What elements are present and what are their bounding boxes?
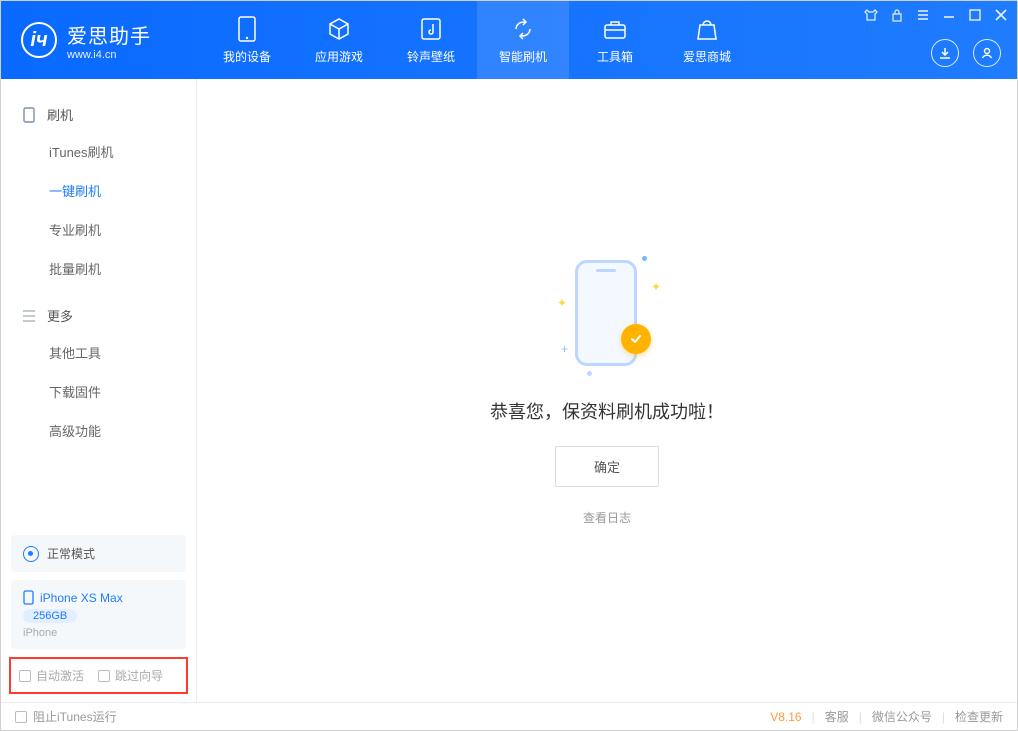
nav-label: 工具箱 xyxy=(597,48,633,65)
sidebar-item-pro-flash[interactable]: 专业刷机 xyxy=(1,210,196,249)
sidebar-item-download-firmware[interactable]: 下载固件 xyxy=(1,372,196,411)
sidebar-item-other-tools[interactable]: 其他工具 xyxy=(1,333,196,372)
view-log-link[interactable]: 查看日志 xyxy=(583,509,631,526)
section-title: 更多 xyxy=(47,306,73,325)
cube-icon xyxy=(326,16,352,42)
checkbox-label: 跳过向导 xyxy=(115,667,163,684)
logo-icon: iч xyxy=(21,22,57,58)
sidebar-item-itunes-flash[interactable]: iTunes刷机 xyxy=(1,132,196,171)
sidebar-item-advanced[interactable]: 高级功能 xyxy=(1,411,196,450)
nav-label: 我的设备 xyxy=(223,48,271,65)
nav-label: 智能刷机 xyxy=(499,48,547,65)
device-capacity: 256GB xyxy=(23,609,77,623)
checkbox-block-itunes[interactable]: 阻止iTunes运行 xyxy=(15,708,117,725)
device-name-row: iPhone XS Max xyxy=(23,590,174,605)
nav-label: 铃声壁纸 xyxy=(407,48,455,65)
window-controls xyxy=(863,7,1009,23)
check-badge-icon xyxy=(621,324,651,354)
menu-icon[interactable] xyxy=(915,7,931,23)
version-label: V8.16 xyxy=(770,710,801,724)
phone-outline-icon xyxy=(21,107,37,123)
app-subtitle: www.i4.cn xyxy=(67,49,151,61)
close-icon[interactable] xyxy=(993,7,1009,23)
section-title: 刷机 xyxy=(47,105,73,124)
status-bar: 阻止iTunes运行 V8.16 | 客服 | 微信公众号 | 检查更新 xyxy=(1,702,1017,730)
status-label: 正常模式 xyxy=(47,545,95,562)
checkbox-icon xyxy=(19,670,31,682)
app-body: 刷机 iTunes刷机 一键刷机 专业刷机 批量刷机 更多 其他工具 下载固件 … xyxy=(1,79,1017,702)
device-name: iPhone XS Max xyxy=(40,591,123,605)
device-card[interactable]: iPhone XS Max 256GB iPhone xyxy=(11,580,186,649)
status-dot-icon xyxy=(23,546,39,562)
checkbox-label: 阻止iTunes运行 xyxy=(33,708,117,725)
lock-icon[interactable] xyxy=(889,7,905,23)
checkbox-icon xyxy=(15,711,27,723)
confirm-button[interactable]: 确定 xyxy=(555,446,659,487)
nav-tab-toolbox[interactable]: 工具箱 xyxy=(569,1,661,79)
skin-icon[interactable] xyxy=(863,7,879,23)
sidebar-section-more: 更多 xyxy=(1,298,196,333)
nav-tab-flash[interactable]: 智能刷机 xyxy=(477,1,569,79)
phone-small-icon xyxy=(23,590,34,605)
sidebar-section-flash: 刷机 xyxy=(1,97,196,132)
nav-tabs: 我的设备 应用游戏 铃声壁纸 智能刷机 工具箱 xyxy=(201,1,753,79)
header-action-icons xyxy=(931,39,1001,67)
download-icon[interactable] xyxy=(931,39,959,67)
device-status[interactable]: 正常模式 xyxy=(11,535,186,572)
nav-tab-apps[interactable]: 应用游戏 xyxy=(293,1,385,79)
success-message: 恭喜您，保资料刷机成功啦！ xyxy=(490,398,724,424)
checkbox-label: 自动激活 xyxy=(36,667,84,684)
checkbox-icon xyxy=(98,670,110,682)
sidebar-item-oneclick-flash[interactable]: 一键刷机 xyxy=(1,171,196,210)
device-type: iPhone xyxy=(23,627,174,639)
nav-label: 爱思商城 xyxy=(683,48,731,65)
app-logo: iч 爱思助手 www.i4.cn xyxy=(21,1,201,79)
nav-tab-device[interactable]: 我的设备 xyxy=(201,1,293,79)
toolbox-icon xyxy=(602,16,628,42)
checkbox-skip-guide[interactable]: 跳过向导 xyxy=(98,667,163,684)
nav-tab-store[interactable]: 爱思商城 xyxy=(661,1,753,79)
maximize-icon[interactable] xyxy=(967,7,983,23)
flash-options-highlighted: 自动激活 跳过向导 xyxy=(9,657,188,694)
list-icon xyxy=(21,308,37,324)
refresh-icon xyxy=(510,16,536,42)
nav-label: 应用游戏 xyxy=(315,48,363,65)
user-icon[interactable] xyxy=(973,39,1001,67)
footer-link-update[interactable]: 检查更新 xyxy=(955,708,1003,725)
sidebar-bottom: 正常模式 iPhone XS Max 256GB iPhone 自动激活 跳过向… xyxy=(1,535,196,702)
checkbox-auto-activate[interactable]: 自动激活 xyxy=(19,667,84,684)
bag-icon xyxy=(694,16,720,42)
nav-tab-ringtones[interactable]: 铃声壁纸 xyxy=(385,1,477,79)
sidebar-item-batch-flash[interactable]: 批量刷机 xyxy=(1,249,196,288)
app-header: iч 爱思助手 www.i4.cn 我的设备 应用游戏 铃声壁纸 xyxy=(1,1,1017,79)
footer-link-wechat[interactable]: 微信公众号 xyxy=(872,708,932,725)
footer-link-support[interactable]: 客服 xyxy=(825,708,849,725)
music-icon xyxy=(418,16,444,42)
sidebar: 刷机 iTunes刷机 一键刷机 专业刷机 批量刷机 更多 其他工具 下载固件 … xyxy=(1,79,197,702)
device-icon xyxy=(234,16,260,42)
success-illustration: ✦ ✦ + xyxy=(557,256,657,376)
footer-right: V8.16 | 客服 | 微信公众号 | 检查更新 xyxy=(770,708,1003,725)
main-content: ✦ ✦ + 恭喜您，保资料刷机成功啦！ 确定 查看日志 xyxy=(197,79,1017,702)
app-title: 爱思助手 xyxy=(67,20,151,49)
minimize-icon[interactable] xyxy=(941,7,957,23)
